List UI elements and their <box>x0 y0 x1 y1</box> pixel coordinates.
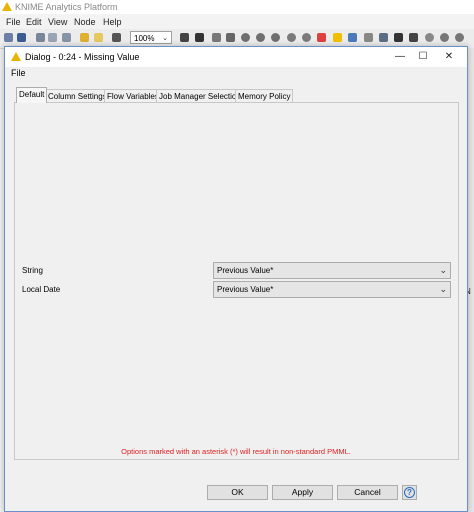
export-icon[interactable] <box>62 33 71 42</box>
zoom-icon[interactable] <box>364 33 373 42</box>
maximize-button[interactable]: ☐ <box>413 49 433 65</box>
app-title: KNIME Analytics Platform <box>15 2 118 12</box>
dialog-title: Dialog - 0:24 - Missing Value <box>25 52 140 62</box>
reset-icon[interactable] <box>317 33 326 42</box>
tab-column-settings[interactable]: Column Settings <box>45 89 110 102</box>
close-button[interactable]: ✕ <box>439 49 459 65</box>
redo-icon[interactable] <box>94 33 103 42</box>
zoom-select[interactable]: 100% ⌄ <box>130 31 172 44</box>
pmml-notice: Options marked with an asterisk (*) will… <box>121 447 351 456</box>
dialog-menu-file[interactable]: File <box>11 68 26 78</box>
cancel-icon[interactable] <box>287 33 296 42</box>
chevron-down-icon: ⌄ <box>439 284 447 294</box>
new-workflow-icon[interactable] <box>4 33 13 42</box>
print-icon[interactable] <box>48 33 57 42</box>
execute-icon[interactable] <box>241 33 250 42</box>
tab-memory-policy[interactable]: Memory Policy <box>235 89 294 102</box>
execute-open-icon[interactable] <box>271 33 280 42</box>
app-titlebar: KNIME Analytics Platform <box>0 0 474 14</box>
table-view-icon[interactable] <box>348 33 357 42</box>
dropdown-value: Previous Value* <box>217 285 274 294</box>
help-icon: ? <box>404 487 415 498</box>
menu-edit[interactable]: Edit <box>26 17 42 27</box>
warning-icon <box>11 52 21 61</box>
step-icon[interactable] <box>440 33 449 42</box>
row-label-local-date: Local Date <box>22 285 61 294</box>
minimize-button[interactable]: — <box>390 49 410 65</box>
save-icon[interactable] <box>17 33 26 42</box>
row-label-string: String <box>22 266 43 275</box>
menu-help[interactable]: Help <box>103 17 122 27</box>
execute-all-icon[interactable] <box>256 33 265 42</box>
connect-icon[interactable] <box>195 33 204 42</box>
grid-icon[interactable] <box>112 33 121 42</box>
wiz-icon[interactable] <box>394 33 403 42</box>
cancel-all-icon[interactable] <box>302 33 311 42</box>
zoom-value: 100% <box>134 34 155 43</box>
dialog-titlebar: Dialog - 0:24 - Missing Value — ☐ ✕ <box>5 47 467 67</box>
warning-icon <box>2 2 12 11</box>
app-menubar <box>0 14 474 29</box>
dialog-menubar <box>5 67 467 81</box>
edit-icon[interactable] <box>226 33 235 42</box>
menu-node[interactable]: Node <box>74 17 96 27</box>
chevron-down-icon: ⌄ <box>439 265 447 275</box>
configure-icon[interactable] <box>212 33 221 42</box>
node-arrange-icon[interactable] <box>180 33 189 42</box>
tab-flow-variables[interactable]: Flow Variables <box>104 89 162 102</box>
help-button[interactable]: ? <box>402 485 417 500</box>
missing-value-dialog: Dialog - 0:24 - Missing Value — ☐ ✕ File… <box>4 46 468 512</box>
string-method-dropdown[interactable]: Previous Value* ⌄ <box>213 262 451 279</box>
undo-icon[interactable] <box>80 33 89 42</box>
local-date-method-dropdown[interactable]: Previous Value* ⌄ <box>213 281 451 298</box>
cancel-button[interactable]: Cancel <box>337 485 398 500</box>
pause-icon[interactable] <box>425 33 434 42</box>
layout-icon[interactable] <box>379 33 388 42</box>
menu-view[interactable]: View <box>48 17 67 27</box>
apply-button[interactable]: Apply <box>272 485 333 500</box>
tab-default[interactable]: Default <box>16 87 48 103</box>
annotation-icon[interactable] <box>333 33 342 42</box>
tab-job-manager-selection[interactable]: Job Manager Selection <box>156 89 244 102</box>
ok-button[interactable]: OK <box>207 485 268 500</box>
chevron-down-icon: ⌄ <box>162 35 168 42</box>
mine-icon[interactable] <box>409 33 418 42</box>
stop-icon[interactable] <box>455 33 464 42</box>
menu-file[interactable]: File <box>6 17 21 27</box>
save-all-icon[interactable] <box>36 33 45 42</box>
dropdown-value: Previous Value* <box>217 266 274 275</box>
